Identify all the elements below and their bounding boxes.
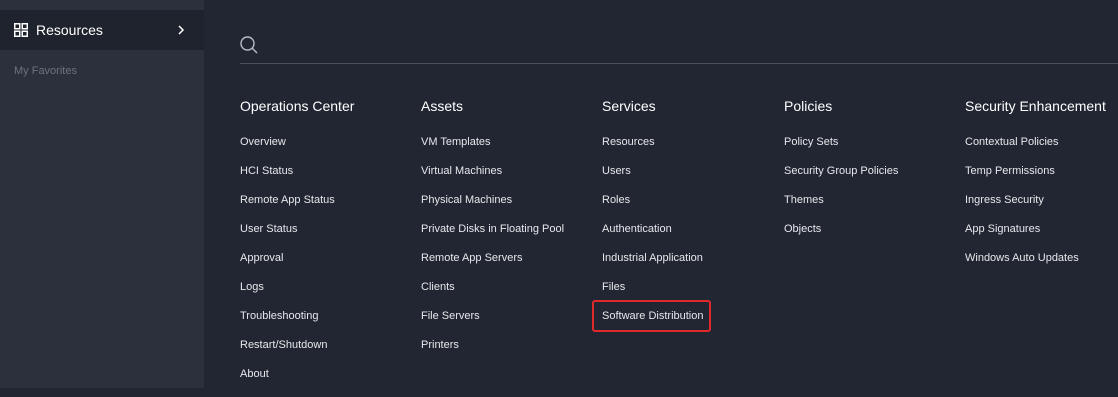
menu-item-private-disks[interactable]: Private Disks in Floating Pool <box>421 223 564 252</box>
menu-item-about[interactable]: About <box>240 368 335 397</box>
sidebar-item-label: Resources <box>36 22 103 38</box>
menu-item-approval[interactable]: Approval <box>240 252 335 281</box>
menu-item-physical-machines[interactable]: Physical Machines <box>421 194 564 223</box>
menu-item-industrial-application[interactable]: Industrial Application <box>602 252 704 281</box>
menu-item-authentication[interactable]: Authentication <box>602 223 704 252</box>
menu-item-restart-shutdown[interactable]: Restart/Shutdown <box>240 339 335 368</box>
menu-item-policy-sets[interactable]: Policy Sets <box>784 136 898 165</box>
column-title: Operations Center <box>240 98 355 114</box>
menu-item-file-servers[interactable]: File Servers <box>421 310 564 339</box>
menu-item-security-group-policies[interactable]: Security Group Policies <box>784 165 898 194</box>
menu-item-remote-app-status[interactable]: Remote App Status <box>240 194 335 223</box>
menu-column-assets: Assets VM Templates Virtual Machines Phy… <box>421 98 564 351</box>
menu-column-operations-center: Operations Center Overview HCI Status Re… <box>240 98 355 380</box>
menu-item-roles[interactable]: Roles <box>602 194 704 223</box>
menu-item-themes[interactable]: Themes <box>784 194 898 223</box>
menu-column-policies: Policies Policy Sets Security Group Poli… <box>784 98 898 235</box>
search-bar <box>240 28 1118 64</box>
menu-item-hci-status[interactable]: HCI Status <box>240 165 335 194</box>
menu-item-user-status[interactable]: User Status <box>240 223 335 252</box>
highlight-box <box>592 300 711 332</box>
menu-item-clients[interactable]: Clients <box>421 281 564 310</box>
column-title: Policies <box>784 98 833 114</box>
menu-item-vm-templates[interactable]: VM Templates <box>421 136 564 165</box>
menu-item-overview[interactable]: Overview <box>240 136 335 165</box>
menu-item-contextual-policies[interactable]: Contextual Policies <box>965 136 1079 165</box>
menu-column-security-enhancement: Security Enhancement Contextual Policies… <box>965 98 1106 264</box>
menu-item-troubleshooting[interactable]: Troubleshooting <box>240 310 335 339</box>
menu-item-users[interactable]: Users <box>602 165 704 194</box>
search-input[interactable] <box>266 32 1110 60</box>
column-title: Services <box>602 98 656 114</box>
menu-item-remote-app-servers[interactable]: Remote App Servers <box>421 252 564 281</box>
menu-column-services: Services Resources Users Roles Authentic… <box>602 98 704 322</box>
sidebar-item-resources[interactable]: Resources <box>0 10 204 50</box>
menu-item-windows-auto-updates[interactable]: Windows Auto Updates <box>965 252 1079 281</box>
menu-item-app-signatures[interactable]: App Signatures <box>965 223 1079 252</box>
menu-item-printers[interactable]: Printers <box>421 339 564 368</box>
my-favorites-label[interactable]: My Favorites <box>14 65 77 78</box>
sidebar: Resources My Favorites <box>0 0 204 388</box>
menu-item-resources[interactable]: Resources <box>602 136 704 165</box>
menu-item-objects[interactable]: Objects <box>784 223 898 252</box>
search-icon[interactable] <box>240 36 258 54</box>
chevron-right-icon[interactable] <box>176 24 186 36</box>
column-title: Assets <box>421 98 464 114</box>
column-title: Security Enhancement <box>965 98 1106 114</box>
grid-icon <box>14 23 28 37</box>
menu-item-temp-permissions[interactable]: Temp Permissions <box>965 165 1079 194</box>
menu-item-ingress-security[interactable]: Ingress Security <box>965 194 1079 223</box>
menu-item-virtual-machines[interactable]: Virtual Machines <box>421 165 564 194</box>
menu-item-logs[interactable]: Logs <box>240 281 335 310</box>
